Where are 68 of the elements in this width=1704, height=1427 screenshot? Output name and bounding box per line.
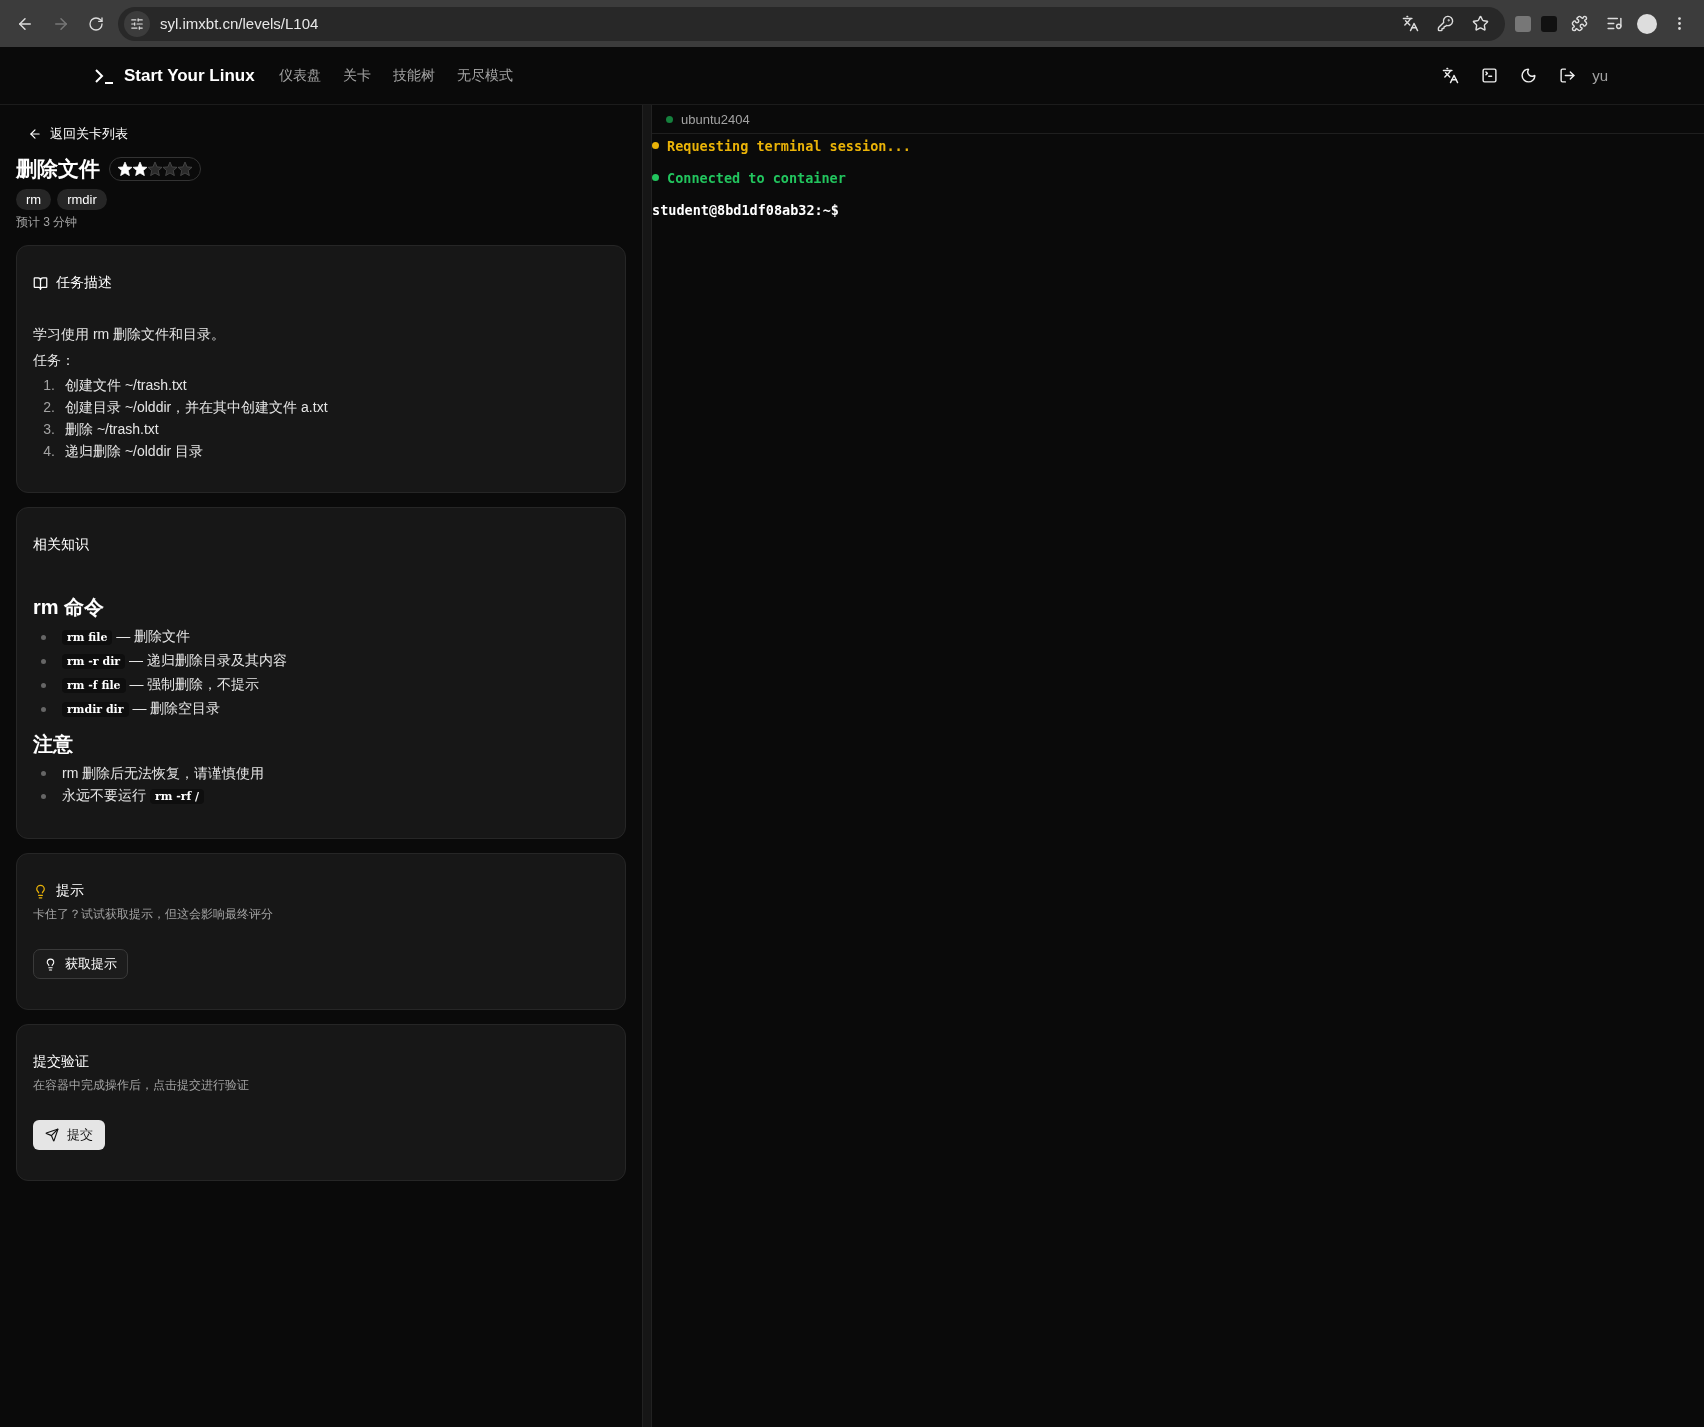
back-link[interactable]: 返回关卡列表 bbox=[28, 125, 626, 143]
bullet-icon bbox=[41, 770, 46, 776]
nav-link[interactable]: 仪表盘 bbox=[278, 66, 321, 85]
star-icon bbox=[178, 162, 192, 176]
step-number: 1. bbox=[42, 376, 55, 395]
logout-icon[interactable] bbox=[1559, 67, 1577, 84]
user-name: yu bbox=[1592, 67, 1608, 84]
resize-handle[interactable] bbox=[642, 105, 652, 1427]
bullet-icon bbox=[41, 634, 46, 640]
moon-icon[interactable] bbox=[1520, 67, 1538, 84]
submit-description: 在容器中完成操作后，点击提交进行验证 bbox=[33, 1077, 250, 1094]
star-icon bbox=[163, 162, 177, 176]
terminal-prompt-icon bbox=[94, 66, 114, 85]
star-icon bbox=[148, 162, 162, 176]
section-heading: 注意 bbox=[33, 732, 74, 757]
list-item: rm -f file — 强制删除，不提示 bbox=[62, 673, 260, 697]
section-heading: rm 命令 bbox=[33, 595, 106, 620]
extension-icon[interactable] bbox=[1515, 15, 1531, 32]
task-intro: 学习使用 rm 删除文件和目录。 bbox=[33, 326, 227, 344]
list-item: rm -r dir — 递归删除目录及其内容 bbox=[62, 649, 287, 673]
time-estimate: 预计 3 分钟 bbox=[16, 214, 79, 231]
step-number: 2. bbox=[42, 398, 55, 417]
terminal-line: Connected to container bbox=[667, 169, 846, 186]
list-item: 永远不要运行 rm -rf / bbox=[62, 784, 205, 808]
card-heading: 相关知识 bbox=[33, 536, 89, 554]
bullet-icon bbox=[41, 682, 46, 688]
bullet-icon bbox=[41, 658, 46, 664]
profile-avatar[interactable] bbox=[1637, 13, 1657, 34]
task-step: 递归删除 ~/olddir 目录 bbox=[65, 440, 204, 462]
bullet-icon bbox=[41, 793, 46, 799]
task-step: 创建目录 ~/olddir，并在其中创建文件 a.txt bbox=[65, 396, 328, 418]
tag: rm bbox=[16, 189, 52, 210]
list-item: rm 删除后无法恢复，请谨慎使用 bbox=[62, 764, 265, 783]
status-dot bbox=[666, 115, 673, 123]
nav-link[interactable]: 无尽模式 bbox=[456, 66, 513, 85]
list-item: rm file — 删除文件 bbox=[62, 625, 191, 649]
book-icon bbox=[33, 275, 48, 291]
send-icon bbox=[45, 1128, 59, 1142]
address-bar[interactable]: syl.imxbt.cn/levels/L104 bbox=[118, 6, 1505, 41]
url-text: syl.imxbt.cn/levels/L104 bbox=[160, 15, 320, 32]
star-icon bbox=[118, 162, 132, 176]
lightbulb-icon bbox=[33, 883, 48, 899]
step-number: 3. bbox=[42, 420, 55, 439]
brand-logo[interactable]: Start Your Linux bbox=[94, 65, 255, 86]
step-number: 4. bbox=[42, 442, 55, 461]
bullet-icon bbox=[41, 706, 46, 712]
submit-button[interactable]: 提交 bbox=[33, 1120, 105, 1150]
hint-description: 卡住了？试试获取提示，但这会影响最终评分 bbox=[33, 906, 274, 923]
task-step: 创建文件 ~/trash.txt bbox=[65, 374, 187, 396]
task-label: 任务： bbox=[33, 352, 76, 370]
translate-icon[interactable] bbox=[1442, 67, 1460, 84]
card-heading: 提交验证 bbox=[33, 1053, 89, 1071]
terminal-icon[interactable] bbox=[1481, 67, 1499, 84]
get-hint-button[interactable]: 获取提示 bbox=[33, 949, 128, 979]
tag: rmdir bbox=[57, 189, 107, 210]
card-heading: 提示 bbox=[56, 882, 84, 900]
site-settings-icon[interactable] bbox=[124, 10, 150, 37]
star-icon bbox=[133, 162, 147, 176]
terminal-prompt: student@8bd1df08ab32:~$ bbox=[652, 201, 839, 218]
container-name: ubuntu2404 bbox=[681, 111, 750, 127]
terminal-line: Requesting terminal session... bbox=[667, 137, 911, 154]
task-step: 删除 ~/trash.txt bbox=[65, 418, 159, 440]
nav-link[interactable]: 关卡 bbox=[342, 66, 371, 85]
nav-link[interactable]: 技能树 bbox=[392, 66, 435, 85]
card-heading: 任务描述 bbox=[56, 274, 112, 292]
lightbulb-icon bbox=[44, 957, 57, 971]
list-item: rmdir dir — 删除空目录 bbox=[62, 697, 221, 721]
level-title: 删除文件 bbox=[16, 156, 100, 182]
